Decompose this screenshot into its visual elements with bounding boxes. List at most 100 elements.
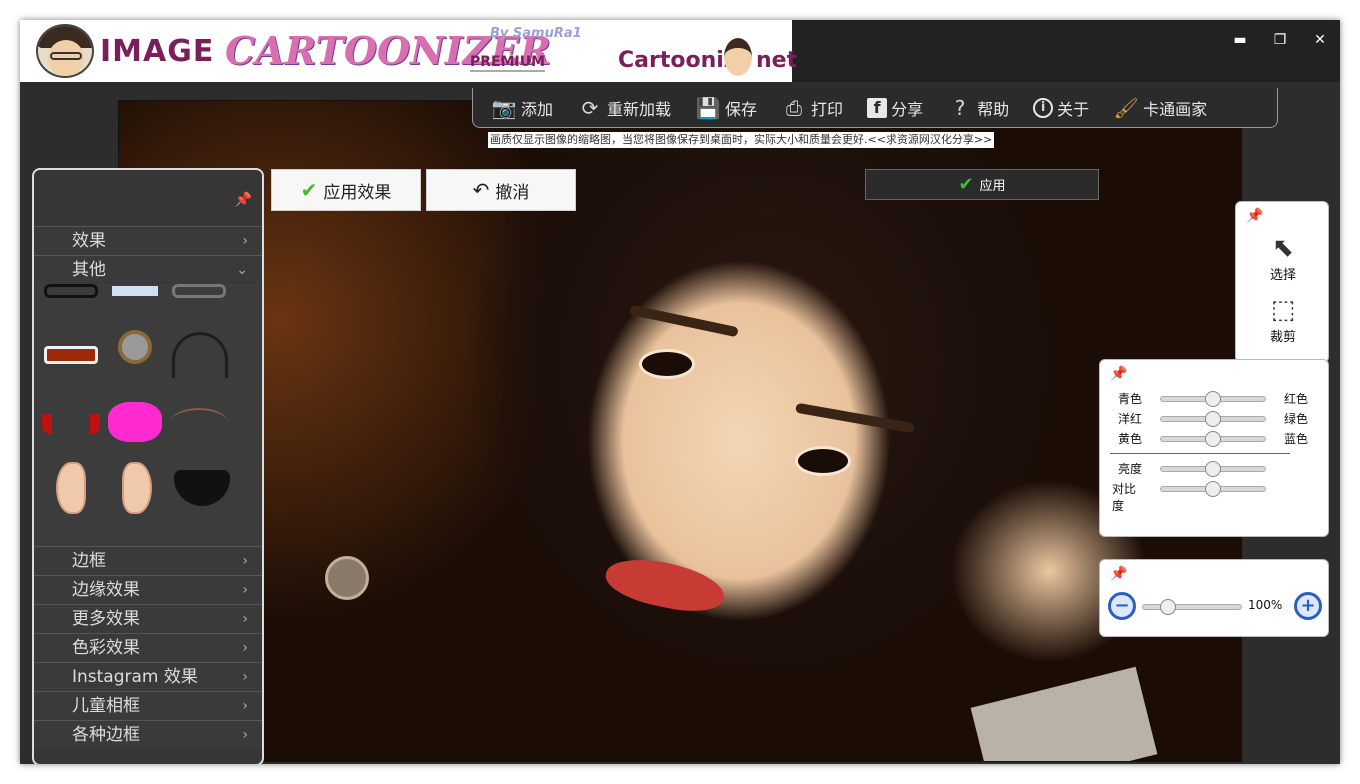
sticker-beard[interactable] [174,470,230,506]
section-borders[interactable]: 边框 › [34,546,262,575]
section-instagram-effects-label: Instagram 效果 [72,667,198,687]
section-color-effects[interactable]: 色彩效果 › [34,633,262,662]
sticker-headphones[interactable] [172,332,228,378]
app-window: IMAGE CARTOONIZER By SamuRa1 PREMIUM Car… [20,20,1340,764]
chevron-right-icon: › [242,727,248,743]
zoom-slider[interactable] [1142,599,1242,615]
maximize-button[interactable]: ❐ [1260,20,1300,60]
yellow-blue-slider-row: 黄色 蓝色 [1100,428,1330,448]
checkmark-icon: ✔ [300,178,318,202]
reload-icon: ⟳ [581,95,599,120]
sticker-pink-bow[interactable] [108,402,162,442]
chevron-right-icon: › [242,669,248,685]
section-borders-label: 边框 [72,551,106,571]
apply-effect-button[interactable]: ✔ 应用效果 [271,169,421,211]
pin-icon[interactable]: 📌 [1110,566,1127,582]
toolbar-help-button[interactable]: ? 帮助 [947,96,1009,120]
undo-button[interactable]: ↶ 撤消 [426,169,576,211]
section-instagram-effects[interactable]: Instagram 效果 › [34,662,262,691]
slider-thumb[interactable] [1205,411,1221,427]
checkmark-icon: ✔ [958,174,974,195]
shirt-collar [970,666,1158,761]
section-color-effects-label: 色彩效果 [72,638,140,658]
sticker-light-glasses[interactable] [112,286,158,296]
section-effects[interactable]: 效果 › [34,226,262,255]
logo-site-right: net [756,48,798,73]
magenta-green-slider[interactable] [1160,411,1266,427]
section-various-borders-label: 各种边框 [72,725,140,745]
slider-thumb[interactable] [1205,481,1221,497]
slider-thumb[interactable] [1159,599,1176,615]
blue-label: 蓝色 [1284,432,1309,446]
sticker-devil-horns[interactable] [42,414,100,434]
toolbar-print-button[interactable]: ⎙ 打印 [781,96,843,120]
select-tool-label: 选择 [1269,268,1296,283]
contrast-slider[interactable] [1160,481,1266,497]
undo-icon: ↶ [472,178,490,202]
sticker-monocle[interactable] [118,330,152,364]
cursor-icon: ⬉ [1272,233,1294,263]
cyan-red-slider-row: 青色 红色 [1100,388,1330,408]
section-more-effects-label: 更多效果 [72,609,140,629]
toolbar-reload-label: 重新加载 [607,99,672,119]
toolbar-share-button[interactable]: f 分享 [867,96,923,120]
close-button[interactable]: ✕ [1300,20,1340,60]
camera-icon: 📷 [491,95,517,120]
toolbar-save-button[interactable]: 💾 保存 [695,96,757,120]
window-controls: ▬ ❐ ✕ [1220,20,1340,60]
sticker-gray-glasses[interactable] [172,284,226,298]
section-more-effects[interactable]: 更多效果 › [34,604,262,633]
zoom-in-icon[interactable]: + [1294,592,1322,620]
chevron-right-icon: › [242,698,248,714]
divider [1110,453,1290,454]
toolbar-cartoon-painter-button[interactable]: 🖌 卡通画家 [1113,96,1207,120]
info-icon: i [1033,97,1054,118]
section-other[interactable]: 其他 ⌄ [34,255,262,284]
pin-icon[interactable]: 📌 [235,192,252,208]
workspace: 画质仅显示图像的缩略图，当您将图像保存到桌面时，实际大小和质量会更好.<<求资源… [20,82,1340,764]
cyan-red-slider[interactable] [1160,391,1266,407]
toolbar-reload-button[interactable]: ⟳ 重新加载 [577,96,671,120]
sticker-face-lines[interactable] [170,408,228,438]
sticker-black-glasses[interactable] [44,284,98,298]
toolbar-help-label: 帮助 [977,99,1010,119]
pin-icon[interactable]: 📌 [1246,208,1263,224]
toolbar-add-button[interactable]: 📷 添加 [491,96,553,120]
toolbar-share-label: 分享 [891,99,924,119]
minimize-button[interactable]: ▬ [1220,20,1260,60]
sticker-left-ear[interactable] [56,462,86,514]
logo-premium: PREMIUM [470,54,546,72]
section-kids-frames[interactable]: 儿童相框 › [34,691,262,720]
sticker-grid [34,284,262,546]
print-icon: ⎙ [786,95,803,120]
apply-button[interactable]: ✔ 应用 [865,169,1099,200]
zoom-panel: 📌 − 100% + [1099,559,1329,637]
tools-panel: 📌 ⬉ 选择 ⬚ 裁剪 [1235,201,1329,363]
section-edge-effects-label: 边缘效果 [72,580,140,600]
red-label: 红色 [1284,392,1309,406]
help-icon: ? [954,95,966,120]
crop-tool-button[interactable]: ⬚ 裁剪 [1236,294,1330,345]
toolbar-about-button[interactable]: i 关于 [1033,96,1089,120]
yellow-blue-slider[interactable] [1160,431,1266,447]
apply-label: 应用 [979,179,1006,194]
crop-icon: ⬚ [1270,295,1296,325]
color-adjust-panel: 📌 青色 红色 洋红 绿色 黄色 蓝色 亮度 对比度 [1099,359,1329,537]
select-tool-button[interactable]: ⬉ 选择 [1236,232,1330,283]
brightness-slider[interactable] [1160,461,1266,477]
chevron-right-icon: › [242,611,248,627]
zoom-out-icon[interactable]: − [1108,592,1136,620]
quality-info-text: 画质仅显示图像的缩略图，当您将图像保存到桌面时，实际大小和质量会更好.<<求资源… [488,132,995,148]
section-kids-frames-label: 儿童相框 [72,696,140,716]
section-edge-effects[interactable]: 边缘效果 › [34,575,262,604]
slider-thumb[interactable] [1205,431,1221,447]
sticker-red-glasses[interactable] [44,346,98,364]
magenta-green-slider-row: 洋红 绿色 [1100,408,1330,428]
section-various-borders[interactable]: 各种边框 › [34,720,262,749]
pin-icon[interactable]: 📌 [1110,366,1127,382]
zoom-value: 100% [1248,598,1283,612]
sticker-right-ear[interactable] [122,462,152,514]
slider-thumb[interactable] [1205,391,1221,407]
app-banner-logo: IMAGE CARTOONIZER By SamuRa1 PREMIUM Car… [20,20,797,82]
slider-thumb[interactable] [1205,461,1221,477]
